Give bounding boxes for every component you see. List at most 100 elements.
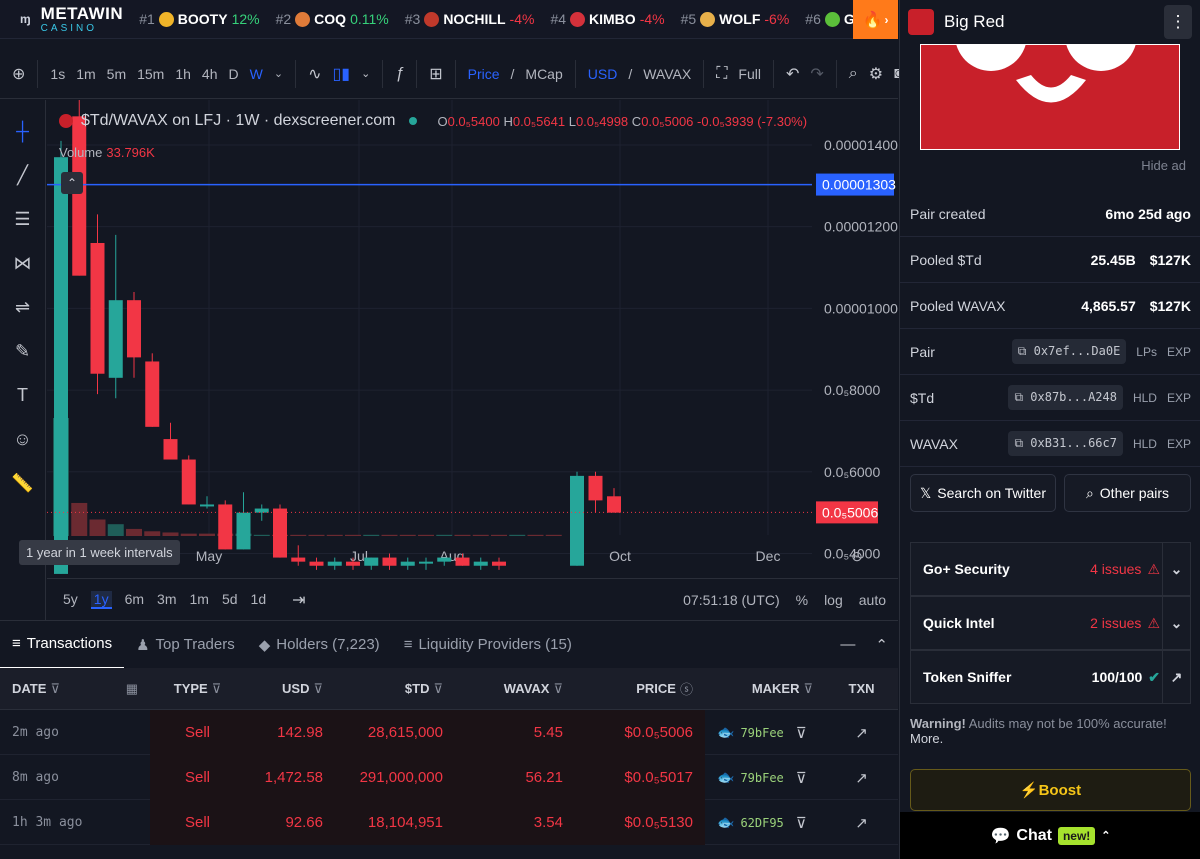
interval-1s[interactable]: 1s: [50, 66, 65, 82]
range-5d[interactable]: 5d: [222, 591, 238, 609]
log-toggle[interactable]: log: [824, 592, 843, 608]
wavax-toggle[interactable]: WAVAX: [643, 66, 691, 82]
filter-icon[interactable]: ⊽: [50, 681, 60, 697]
indicators-icon[interactable]: ƒ: [395, 65, 404, 83]
interval-4h[interactable]: 4h: [202, 66, 218, 82]
currency-icon[interactable]: ⓢ: [680, 679, 693, 698]
address-link-2[interactable]: EXP: [1167, 391, 1191, 405]
trendline-icon[interactable]: ╱: [17, 162, 28, 188]
audit-go-security[interactable]: Go+ Security 4 issues ⚠ ⌄: [910, 542, 1191, 596]
layout-icon[interactable]: ⊞: [429, 64, 442, 84]
filter-icon[interactable]: ⊽: [313, 681, 323, 697]
emoji-icon[interactable]: ☺: [13, 426, 31, 452]
calendar-icon[interactable]: ▦: [126, 681, 138, 697]
copy-address-button[interactable]: ⧉ 0x7ef...Da0E: [1011, 339, 1127, 364]
filter-icon[interactable]: ⊽: [803, 681, 813, 697]
ticker-item[interactable]: #1 BOOTY 12%: [139, 11, 259, 27]
filter-icon[interactable]: ⊽: [553, 681, 563, 697]
address-link-1[interactable]: HLD: [1133, 437, 1157, 451]
external-link-icon[interactable]: ↗: [1162, 651, 1190, 703]
full-button[interactable]: Full: [738, 66, 761, 82]
copy-address-button[interactable]: ⧉ 0x87b...A248: [1008, 385, 1123, 410]
table-row[interactable]: 2m ago Sell 142.98 28,615,000 5.45 $0.0₅5006 🐟…: [0, 710, 898, 755]
filter-icon[interactable]: ⊽: [796, 724, 807, 742]
filter-icon[interactable]: ⊽: [796, 769, 807, 787]
column-header-wavax[interactable]: WAVAX ⊽: [455, 681, 575, 697]
chart-canvas[interactable]: 0.00001400 0.00001200 0.00001000 0.0₅8000 0.…: [47, 71, 898, 578]
add-symbol-icon[interactable]: ⊕: [12, 64, 25, 84]
tab-transactions[interactable]: ≡ Transactions: [0, 621, 125, 669]
auto-toggle[interactable]: auto: [859, 592, 886, 608]
other-pairs-button[interactable]: ⌕ Other pairs: [1064, 474, 1191, 512]
range-1d[interactable]: 1d: [251, 591, 267, 609]
column-header-type[interactable]: TYPE ⊽: [150, 681, 245, 697]
minimize-icon[interactable]: —: [840, 636, 855, 654]
price-mcap-toggle[interactable]: Price / MCap: [456, 59, 576, 88]
fib-icon[interactable]: ☰: [14, 206, 30, 232]
currency-toggle[interactable]: USD / WAVAX: [576, 59, 705, 88]
collapse-legend-button[interactable]: ⌃: [61, 172, 83, 194]
address-link-2[interactable]: EXP: [1167, 345, 1191, 359]
column-header-maker[interactable]: MAKER ⊽: [705, 681, 825, 697]
column-header-date[interactable]: DATE ⊽ ▦: [0, 681, 150, 697]
tab-top[interactable]: ♟ Top Traders: [124, 621, 247, 669]
gear-icon[interactable]: ⚙: [869, 64, 883, 84]
quick-search-icon[interactable]: ⌕: [849, 65, 858, 83]
ticker-item[interactable]: #3 NOCHILL -4%: [405, 11, 535, 27]
filter-icon[interactable]: ⊽: [212, 681, 222, 697]
column-header-usd[interactable]: USD ⊽: [245, 681, 335, 697]
metawin-ad-logo[interactable]: ɱ METAWIN CASINO: [0, 5, 139, 34]
redo-icon[interactable]: ↷: [810, 64, 823, 84]
external-link-icon[interactable]: ↗: [825, 769, 898, 787]
audit-quick-intel[interactable]: Quick Intel 2 issues ⚠ ⌄: [910, 596, 1191, 650]
row-maker[interactable]: 🐟 79bFee ⊽: [705, 724, 825, 742]
filter-icon[interactable]: ⊽: [433, 681, 443, 697]
axis-settings-icon[interactable]: ⊙: [851, 548, 863, 564]
interval-W[interactable]: W: [250, 66, 263, 82]
ticker-item[interactable]: #5 WOLF -6%: [681, 11, 790, 27]
text-tool-icon[interactable]: T: [17, 382, 28, 408]
price-toggle[interactable]: Price: [468, 66, 500, 82]
trending-fire-button[interactable]: 🔥 ›: [853, 0, 898, 39]
brush-icon[interactable]: ✎: [15, 338, 30, 364]
external-link-icon[interactable]: ↗: [825, 724, 898, 742]
address-link-2[interactable]: EXP: [1167, 437, 1191, 451]
ticker-item[interactable]: #2 COQ 0.11%: [276, 11, 389, 27]
warning-more-link[interactable]: More.: [910, 731, 943, 746]
range-1y[interactable]: 1y: [90, 590, 112, 609]
pattern-icon[interactable]: ⋈: [14, 250, 32, 276]
interval-5m[interactable]: 5m: [107, 66, 126, 82]
usd-toggle[interactable]: USD: [588, 66, 618, 82]
chevron-down-icon[interactable]: ⌄: [1162, 543, 1190, 595]
tab-liquidity[interactable]: ≡ Liquidity Providers (15): [392, 621, 584, 669]
table-row[interactable]: 1h 3m ago Sell 92.66 18,104,951 3.54 $0.0₅513…: [0, 800, 898, 845]
hide-ad-link[interactable]: Hide ad: [1141, 158, 1186, 173]
range-3m[interactable]: 3m: [157, 591, 176, 609]
chart-type-dropdown-icon[interactable]: ⌄: [361, 67, 370, 80]
filter-icon[interactable]: ⊽: [796, 814, 807, 832]
audit-token-sniffer[interactable]: Token Sniffer 100/100 ✔ ↗: [910, 650, 1191, 704]
goto-date-icon[interactable]: ⇥: [292, 590, 305, 610]
tab-holders[interactable]: ◆ Holders (7,223): [247, 621, 392, 669]
maximize-icon[interactable]: ⌃: [875, 636, 888, 654]
row-maker[interactable]: 🐟 62DF95 ⊽: [705, 814, 825, 832]
column-header-td[interactable]: $TD ⊽: [335, 681, 455, 697]
interval-15m[interactable]: 15m: [137, 66, 164, 82]
address-link-1[interactable]: HLD: [1133, 391, 1157, 405]
row-maker[interactable]: 🐟 79bFee ⊽: [705, 769, 825, 787]
range-6m[interactable]: 6m: [125, 591, 144, 609]
boost-button[interactable]: ⚡ Boost: [910, 769, 1191, 811]
more-menu-button[interactable]: ⋮: [1164, 5, 1192, 39]
utc-clock[interactable]: 07:51:18 (UTC): [683, 592, 779, 608]
chevron-down-icon[interactable]: ⌄: [1162, 597, 1190, 649]
search-twitter-button[interactable]: 𝕏 Search on Twitter: [910, 474, 1056, 512]
external-link-icon[interactable]: ↗: [825, 814, 898, 832]
price-chart[interactable]: 0.00001400 0.00001200 0.00001000 0.0₅8000 0.…: [19, 71, 898, 620]
sidebar-ad-banner[interactable]: [920, 44, 1180, 150]
fullscreen-icon[interactable]: ⛶: [716, 65, 727, 83]
ticker-item[interactable]: #4 KIMBO -4%: [550, 11, 664, 27]
mcap-toggle[interactable]: MCap: [525, 66, 562, 82]
candles-icon[interactable]: ▯▮: [332, 64, 350, 84]
interval-1h[interactable]: 1h: [175, 66, 191, 82]
undo-icon[interactable]: ↶: [786, 64, 799, 84]
